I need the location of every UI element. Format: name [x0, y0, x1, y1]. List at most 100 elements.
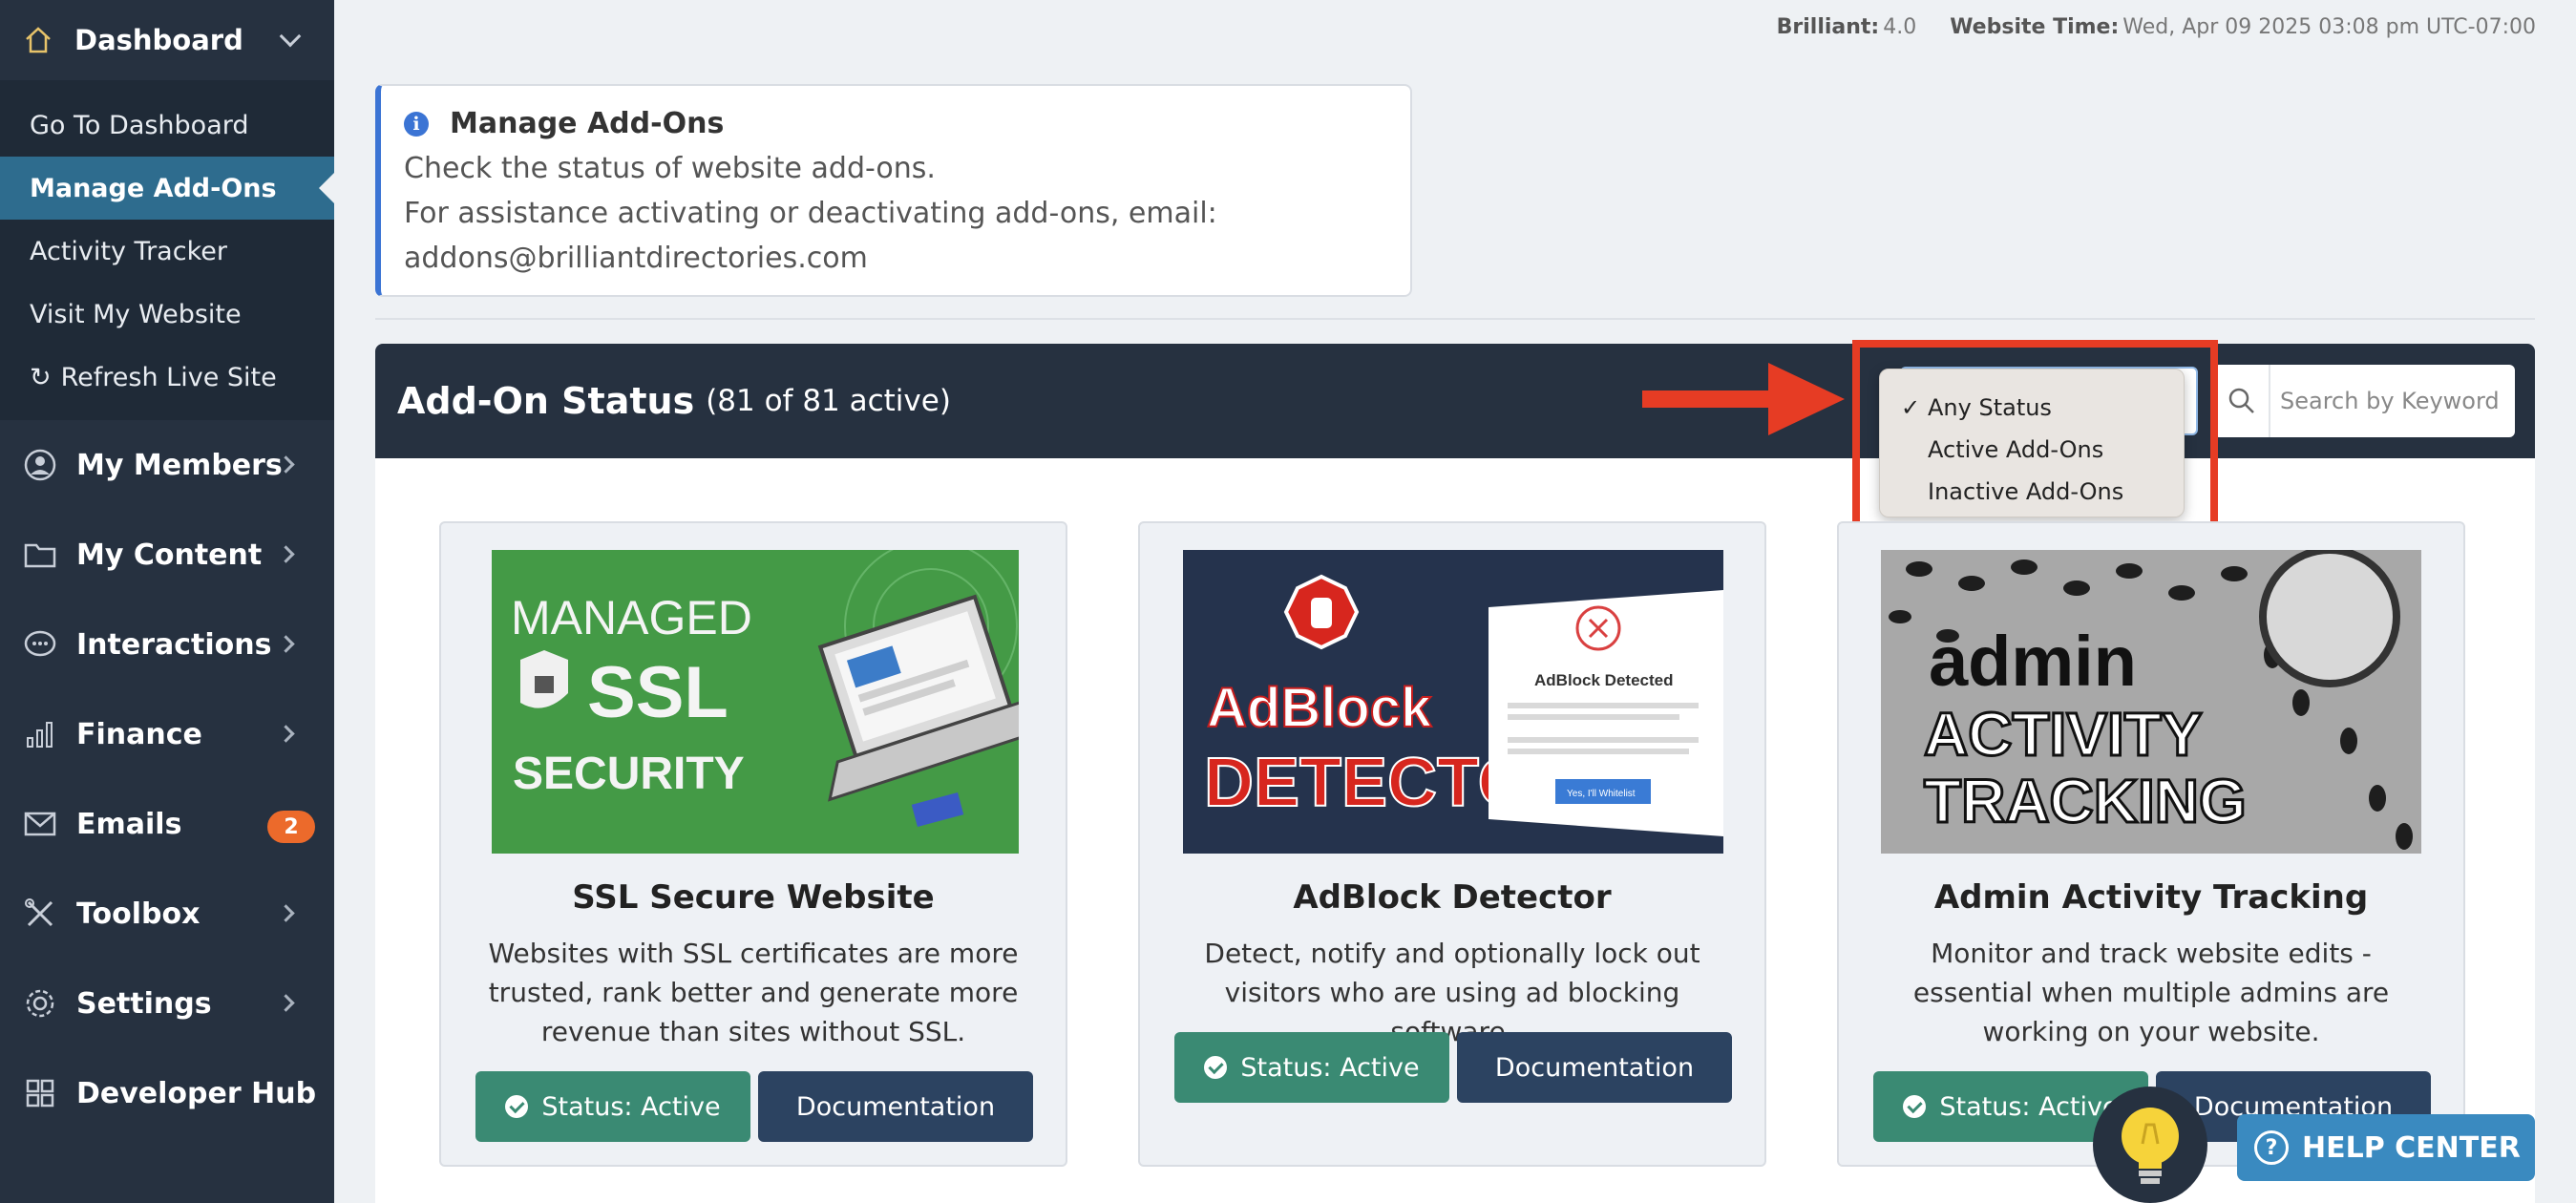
- notice-title: Manage Add-Ons: [450, 107, 725, 140]
- top-info-bar: Brilliant: 4.0 Website Time: Wed, Apr 09 2…: [1777, 15, 2536, 39]
- admin-image-text-tracking: TRACKING: [1924, 767, 2247, 835]
- website-time-value: Wed, Apr 09 2025 03:08 pm UTC-07:00: [2122, 15, 2536, 39]
- lightbulb-icon[interactable]: [2093, 1087, 2207, 1203]
- adblock-image-text-adblock: AdBlock: [1207, 677, 1432, 739]
- sidebar: Dashboard Go To Dashboard Manage Add-Ons…: [0, 0, 334, 1203]
- check-circle-icon: [505, 1095, 529, 1118]
- keyword-search: [2213, 365, 2515, 437]
- ssl-image-text-security: SECURITY: [513, 749, 745, 799]
- card-title: AdBlock Detector: [1293, 878, 1612, 917]
- divider: [375, 318, 2535, 320]
- sidebar-item-finance[interactable]: Finance: [0, 689, 334, 779]
- sidebar-item-manage-add-ons[interactable]: Manage Add-Ons: [0, 157, 334, 220]
- adblock-popup-title: AdBlock Detected: [1534, 671, 1673, 689]
- active-count: (81 of 81 active): [706, 384, 951, 418]
- chevron-right-icon: [277, 994, 295, 1012]
- info-icon: i: [404, 111, 429, 137]
- help-center-button[interactable]: ? HELP CENTER: [2237, 1114, 2535, 1181]
- question-circle-icon: ?: [2254, 1130, 2289, 1165]
- button-label: Documentation: [795, 1091, 996, 1122]
- admin-activity-card-image: admin ACTIVITY TRACKING: [1881, 550, 2421, 854]
- add-on-card-adblock: AdBlock DETECTOR AdBlock Detected Yes, I…: [1138, 521, 1766, 1167]
- button-label: Status: Active: [1939, 1091, 2119, 1122]
- sidebar-item-label: Emails: [76, 807, 182, 841]
- card-description: Monitor and track website edits - essent…: [1912, 938, 2390, 1047]
- sidebar-item-label: Manage Add-Ons: [30, 173, 277, 203]
- card-title: SSL Secure Website: [572, 878, 935, 917]
- sidebar-item-refresh-live-site[interactable]: ↻ Refresh Live Site: [0, 346, 334, 409]
- emails-count-badge: 2: [267, 811, 315, 843]
- chevron-right-icon: [277, 725, 295, 743]
- admin-image-text-activity: ACTIVITY: [1924, 700, 2203, 769]
- sidebar-item-label: Toolbox: [76, 897, 201, 931]
- search-icon[interactable]: [2213, 365, 2270, 437]
- check-circle-icon: [1204, 1056, 1228, 1079]
- sidebar-item-label: Interactions: [76, 627, 272, 662]
- annotation-arrow-head: [1768, 363, 1845, 435]
- chevron-right-icon: [277, 635, 295, 653]
- adblock-card-image: AdBlock DETECTOR AdBlock Detected Yes, I…: [1183, 550, 1723, 854]
- sidebar-item-visit-my-website[interactable]: Visit My Website: [0, 283, 334, 346]
- documentation-button[interactable]: Documentation: [758, 1071, 1033, 1142]
- website-time-label: Website Time:: [1950, 15, 2120, 39]
- button-label: Status: Active: [541, 1091, 721, 1122]
- annotation-highlight-box: [1852, 340, 2218, 547]
- version-value: 4.0: [1883, 15, 1917, 39]
- add-on-card-ssl: MANAGED SSL SECURITY SSL Secure Website …: [439, 521, 1067, 1167]
- sidebar-item-emails[interactable]: Emails 2: [0, 779, 334, 869]
- sidebar-dashboard-header[interactable]: Dashboard: [0, 0, 334, 80]
- mail-icon: [23, 807, 57, 841]
- search-input[interactable]: [2280, 388, 2509, 414]
- annotation-arrow: [1642, 390, 1776, 408]
- card-description: Websites with SSL certificates are more …: [488, 938, 1019, 1047]
- sidebar-item-toolbox[interactable]: Toolbox: [0, 869, 334, 959]
- chat-bubble-icon: [23, 627, 57, 662]
- sidebar-item-my-content[interactable]: My Content: [0, 510, 334, 600]
- tools-icon: [23, 897, 57, 931]
- adblock-popup-button: Yes, I'll Whitelist: [1567, 789, 1636, 799]
- add-on-card-admin-activity: admin ACTIVITY TRACKING Admin Activity T…: [1837, 521, 2465, 1167]
- dashboard-submenu: Go To Dashboard Manage Add-Ons Activity …: [0, 80, 334, 420]
- notice-line: For assistance activating or deactivatin…: [404, 197, 1217, 230]
- chevron-right-icon: [277, 904, 295, 922]
- sidebar-item-label: Developer Hub: [76, 1076, 317, 1110]
- sidebar-item-label: Activity Tracker: [30, 236, 227, 266]
- home-icon: [21, 23, 55, 57]
- status-active-button[interactable]: Status: Active: [1174, 1032, 1449, 1103]
- version-label: Brilliant:: [1776, 15, 1880, 39]
- status-active-button[interactable]: Status: Active: [475, 1071, 750, 1142]
- sidebar-item-label: Refresh Live Site: [60, 362, 277, 392]
- sidebar-item-label: Settings: [76, 986, 212, 1021]
- folder-icon: [23, 538, 57, 572]
- help-center-label: HELP CENTER: [2302, 1130, 2521, 1165]
- sidebar-item-my-members[interactable]: My Members: [0, 420, 334, 510]
- admin-image-text-admin: admin: [1929, 622, 2137, 701]
- sidebar-item-interactions[interactable]: Interactions: [0, 600, 334, 689]
- ssl-card-image: MANAGED SSL SECURITY: [492, 550, 1019, 854]
- gear-icon: [23, 986, 57, 1021]
- sidebar-item-label: Go To Dashboard: [30, 110, 249, 140]
- user-circle-icon: [23, 448, 57, 482]
- button-label: Documentation: [1494, 1052, 1695, 1083]
- sidebar-item-label: Finance: [76, 717, 202, 751]
- card-title: Admin Activity Tracking: [1933, 878, 2369, 917]
- notice-line: Check the status of website add-ons.: [404, 152, 936, 185]
- sidebar-item-activity-tracker[interactable]: Activity Tracker: [0, 220, 334, 283]
- sidebar-item-label: Visit My Website: [30, 299, 242, 329]
- button-label: Status: Active: [1240, 1052, 1420, 1083]
- chevron-down-icon: [279, 25, 302, 48]
- manage-add-ons-notice: i Manage Add-Ons Check the status of web…: [375, 84, 1412, 297]
- ssl-image-text-managed: MANAGED: [511, 591, 752, 644]
- check-circle-icon: [1903, 1095, 1927, 1118]
- ssl-image-text-ssl: SSL: [587, 652, 728, 733]
- sidebar-item-developer-hub[interactable]: Developer Hub: [0, 1048, 334, 1138]
- chevron-right-icon: [277, 545, 295, 563]
- sidebar-header-label: Dashboard: [74, 24, 243, 56]
- panel-title: Add-On Status: [397, 380, 695, 422]
- sidebar-item-settings[interactable]: Settings: [0, 959, 334, 1048]
- sidebar-item-label: My Content: [76, 538, 263, 572]
- grid-icon: [23, 1076, 57, 1110]
- documentation-button[interactable]: Documentation: [1457, 1032, 1732, 1103]
- sidebar-item-go-to-dashboard[interactable]: Go To Dashboard: [0, 94, 334, 157]
- bar-chart-icon: [23, 717, 57, 751]
